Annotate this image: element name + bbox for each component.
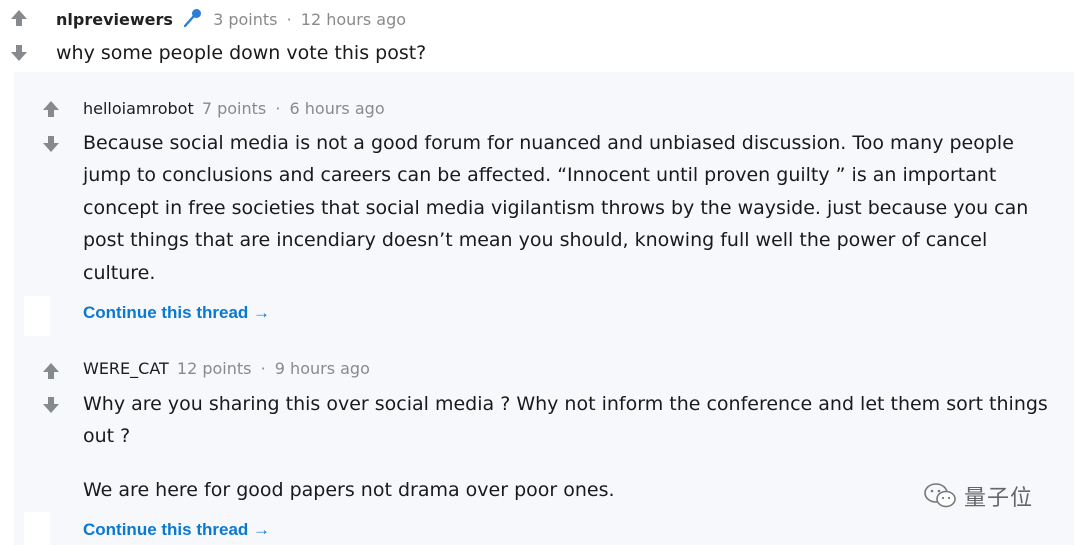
downvote-button[interactable] — [39, 394, 63, 416]
arrow-down-icon — [43, 136, 59, 152]
downvote-button[interactable] — [7, 42, 31, 64]
comment-text: Why are you sharing this over social med… — [83, 393, 1048, 448]
upvote-button[interactable] — [7, 7, 31, 29]
arrow-down-icon — [11, 45, 27, 61]
comment-meta: helloiamrobot 7 points · 6 hours ago — [83, 99, 385, 119]
comment-time: 6 hours ago — [289, 99, 385, 118]
arrow-down-icon — [43, 397, 59, 413]
meta-separator: · — [275, 99, 281, 118]
watermark-text: 量子位 — [964, 486, 1034, 511]
arrow-up-icon — [43, 101, 59, 117]
meta-separator: · — [286, 10, 292, 29]
microphone-icon — [182, 8, 204, 33]
upvote-button[interactable] — [39, 360, 63, 382]
comment-author[interactable]: helloiamrobot — [83, 99, 194, 118]
comment-text: Because social media is not a good forum… — [83, 132, 1029, 284]
post-meta: nlpreviewers 3 points · 12 hours ago — [56, 8, 406, 33]
arrow-up-icon — [43, 363, 59, 379]
thread-line[interactable] — [24, 296, 50, 336]
wechat-icon — [924, 483, 956, 508]
downvote-button[interactable] — [39, 133, 63, 155]
continue-thread-link[interactable]: Continue this thread → — [83, 520, 270, 540]
meta-separator: · — [260, 359, 266, 378]
post-score: 3 points — [213, 10, 278, 29]
thread-line[interactable] — [24, 512, 50, 545]
comment-time: 9 hours ago — [274, 359, 370, 378]
comment-text: We are here for good papers not drama ov… — [83, 479, 615, 501]
comment-meta: WERE_CAT 12 points · 9 hours ago — [83, 359, 370, 379]
continue-thread-link[interactable]: Continue this thread → — [83, 303, 270, 323]
comment-score: 7 points — [201, 99, 267, 118]
post-text: why some people down vote this post? — [56, 42, 427, 64]
arrow-up-icon — [11, 10, 27, 26]
upvote-button[interactable] — [39, 98, 63, 120]
comment-author[interactable]: WERE_CAT — [83, 359, 169, 378]
comment-score: 12 points — [176, 359, 252, 378]
post-time: 12 hours ago — [300, 10, 407, 29]
watermark: 量子位 — [922, 480, 1033, 512]
post-author[interactable]: nlpreviewers — [56, 10, 173, 29]
